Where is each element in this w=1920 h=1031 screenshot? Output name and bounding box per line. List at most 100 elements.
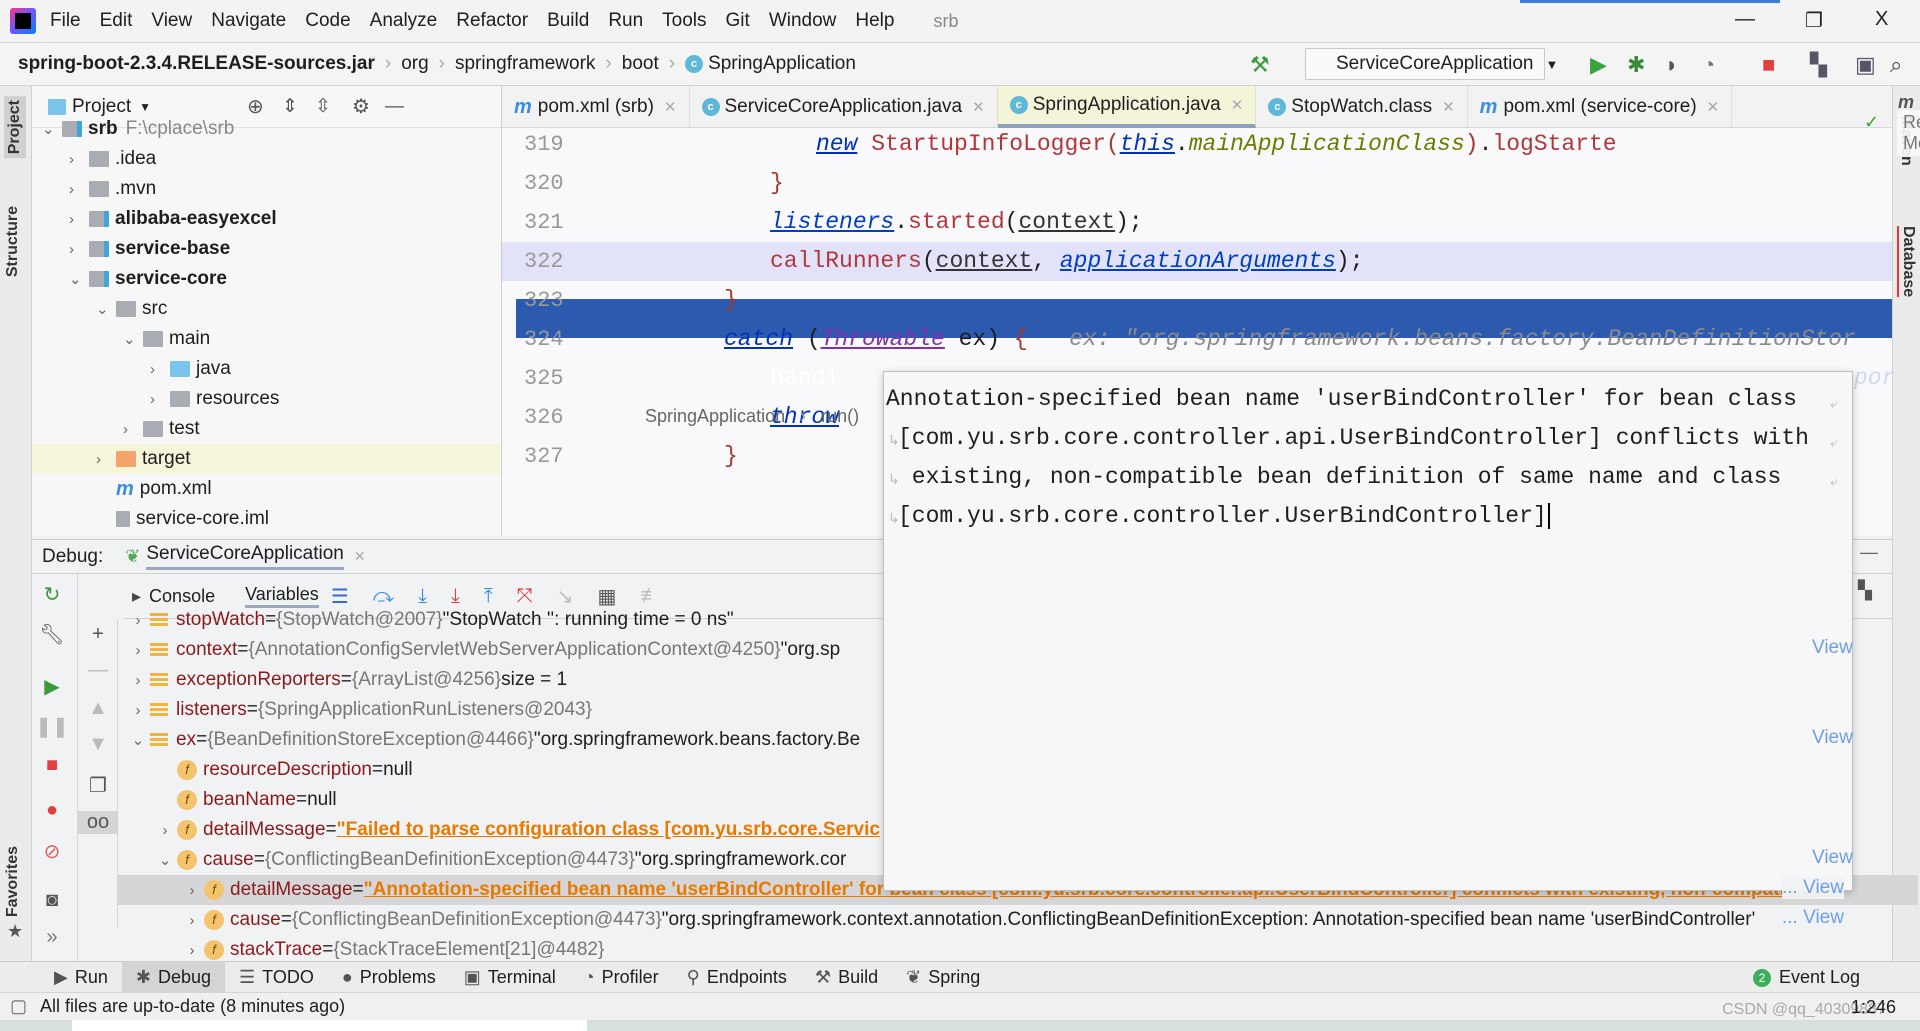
tree-item[interactable]: › java (32, 354, 500, 384)
menu-edit[interactable]: Edit (100, 10, 133, 31)
chevron-right-icon[interactable]: › (126, 702, 150, 719)
glasses-icon[interactable]: oo (78, 811, 118, 834)
rerun-icon[interactable]: ↻ (32, 582, 72, 607)
chevron-right-icon[interactable]: › (69, 211, 89, 228)
breadcrumb-item[interactable]: springframework (455, 53, 595, 75)
view-link[interactable]: ... View (1782, 907, 1844, 929)
chevron-right-icon[interactable]: › (153, 822, 177, 839)
view-link[interactable]: View (1812, 727, 1853, 749)
chevron-down-icon[interactable]: ⌄ (153, 851, 177, 869)
run-icon[interactable]: ▶ (1590, 52, 1607, 78)
chevron-right-icon[interactable]: › (69, 241, 89, 258)
value-tooltip-popup[interactable]: Annotation-specified bean name 'userBind… (883, 371, 1853, 891)
tool-tab-structure[interactable]: Structure (4, 206, 22, 277)
tree-item[interactable]: m pom.xml (32, 474, 500, 504)
tab-console[interactable]: Console (149, 586, 215, 607)
close-tab-icon[interactable]: ✕ (972, 98, 985, 116)
editor-tab[interactable]: c ServiceCoreApplication.java ✕ (690, 86, 998, 128)
search-icon[interactable]: ⌕ (1890, 52, 1902, 78)
settings-wrench-icon[interactable]: 🔧︎ (32, 622, 72, 647)
tree-item[interactable]: ⌄ service-core (32, 264, 500, 294)
tool-tab-build[interactable]: ⚒ Build (801, 962, 892, 993)
menu-file[interactable]: File (50, 10, 81, 31)
tree-item[interactable]: › .idea (32, 144, 500, 174)
chevron-right-icon[interactable]: › (69, 181, 89, 198)
code-line[interactable]: 324 catch (Throwable ex) { ex: "org.sprin… (502, 320, 1892, 359)
menu-window[interactable]: Window (769, 10, 837, 31)
code-line[interactable]: 319 new StartupInfoLogger(this.mainApplic… (502, 125, 1892, 164)
menu-help[interactable]: Help (855, 10, 894, 31)
chevron-right-icon[interactable]: › (123, 421, 143, 438)
view-link[interactable]: ... View (1782, 877, 1844, 899)
tool-tab-profiler[interactable]: ◔ Profiler (570, 962, 673, 993)
editor-tab[interactable]: m pom.xml (service-core) ✕ (1468, 86, 1733, 128)
close-tab-icon[interactable]: ✕ (1707, 98, 1720, 116)
breadcrumb-item[interactable]: SpringApplication (708, 53, 856, 75)
menu-navigate[interactable]: Navigate (211, 10, 286, 31)
chevron-right-icon[interactable]: › (126, 612, 150, 629)
code-line[interactable]: 323} (502, 281, 1892, 320)
menu-build[interactable]: Build (547, 10, 589, 31)
close-tab-icon[interactable]: ✕ (1442, 98, 1455, 116)
menu-git[interactable]: Git (726, 10, 750, 31)
breadcrumb-class[interactable]: SpringApplication (645, 406, 785, 426)
close-button[interactable]: X (1875, 8, 1888, 31)
hide-panel-icon[interactable]: — (1860, 542, 1878, 563)
remove-watch-icon[interactable]: — (78, 659, 118, 682)
menu-code[interactable]: Code (305, 10, 350, 31)
run-config-select[interactable]: ServiceCoreApplication ▼ (1305, 48, 1558, 80)
status-toggle-icon[interactable]: ▢ (10, 996, 27, 1017)
mute-breakpoints-icon[interactable]: ⊘ (32, 839, 72, 864)
tool-tab-spring[interactable]: ❦ Spring (892, 962, 994, 993)
layout-icon[interactable]: ▣ (1855, 52, 1876, 78)
chevron-down-icon[interactable]: ⌄ (126, 731, 150, 749)
event-log-button[interactable]: 2 Event Log (1752, 967, 1860, 988)
breadcrumb-item[interactable]: spring-boot-2.3.4.RELEASE-sources.jar (18, 53, 375, 75)
tree-item[interactable]: › resources (32, 384, 500, 414)
menu-view[interactable]: View (151, 10, 192, 31)
debug-icon[interactable]: ✱ (1627, 52, 1645, 78)
breadcrumb-method[interactable]: run() (821, 406, 859, 426)
close-tab-icon[interactable]: ✕ (664, 98, 677, 116)
chevron-down-icon[interactable]: ⌄ (69, 270, 89, 288)
chevron-right-icon[interactable]: › (150, 361, 170, 378)
resume-icon[interactable]: ▶ (32, 674, 72, 699)
tool-tab-favorites[interactable]: Favorites (4, 846, 22, 917)
stop-icon[interactable]: ■ (1762, 52, 1775, 78)
editor-tab[interactable]: m pom.xml (srb) ✕ (502, 86, 690, 128)
project-structure-icon[interactable]: ▚ (1810, 52, 1827, 78)
tree-item[interactable]: service-core.iml (32, 504, 500, 534)
caret-position[interactable]: 1:246 (1851, 997, 1896, 1018)
menu-run[interactable]: Run (608, 10, 643, 31)
tool-tab-project[interactable]: Project (4, 96, 26, 159)
move-up-icon[interactable]: ▲ (78, 697, 118, 720)
stop-icon[interactable]: ■ (32, 754, 72, 777)
more-icon[interactable]: » (32, 926, 72, 949)
add-watch-icon[interactable]: + (78, 623, 118, 646)
editor-tab[interactable]: c SpringApplication.java ✕ (997, 86, 1257, 128)
restore-button[interactable]: ❐ (1805, 8, 1823, 33)
tool-tab-endpoints[interactable]: ⚲ Endpoints (673, 962, 801, 993)
close-icon[interactable]: ✕ (354, 548, 366, 565)
breadcrumb-item[interactable]: org (401, 53, 428, 75)
build-hammer-icon[interactable]: ⚒ (1250, 52, 1270, 78)
editor-tab[interactable]: c StopWatch.class ✕ (1256, 86, 1468, 128)
chevron-right-icon[interactable]: › (180, 912, 204, 929)
chevron-down-icon[interactable]: ▼ (139, 100, 151, 114)
chevron-right-icon[interactable]: › (96, 451, 116, 468)
chevron-down-icon[interactable]: ⌄ (96, 300, 116, 318)
layout-settings-icon[interactable]: ▚ (1858, 580, 1872, 601)
tree-item[interactable]: ⌄ main (32, 324, 500, 354)
tree-item[interactable]: › alibaba-easyexcel (32, 204, 500, 234)
chevron-right-icon[interactable]: › (180, 882, 204, 899)
chevron-down-icon[interactable]: ⌄ (42, 120, 62, 138)
tool-tab-terminal[interactable]: ▣ Terminal (450, 962, 570, 993)
chevron-right-icon[interactable]: › (126, 642, 150, 659)
view-link[interactable]: View (1812, 847, 1853, 869)
tree-item[interactable]: › .mvn (32, 174, 500, 204)
camera-icon[interactable]: ◙ (32, 889, 72, 912)
coverage-icon[interactable]: ◗ (1665, 52, 1678, 78)
tree-item[interactable]: ⌄ src (32, 294, 500, 324)
minimize-button[interactable]: — (1735, 8, 1755, 31)
close-tab-icon[interactable]: ✕ (1231, 96, 1244, 114)
